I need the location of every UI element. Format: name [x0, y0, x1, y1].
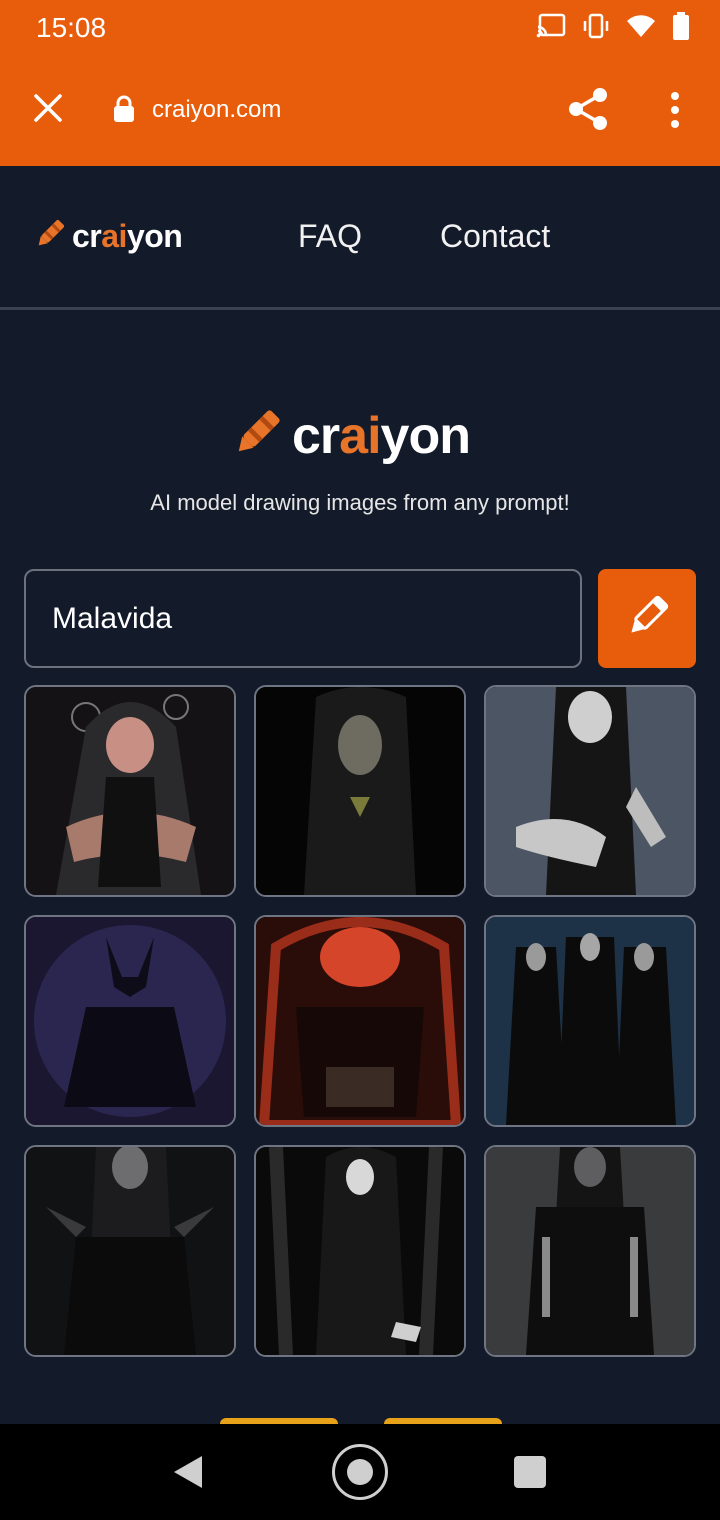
battery-icon — [672, 12, 690, 45]
prompt-input[interactable] — [24, 569, 582, 668]
more-vert-icon[interactable] — [660, 90, 690, 130]
hero-logo-text: craiyon — [292, 406, 471, 466]
site-header: craiyon FAQ Contact — [0, 166, 720, 310]
nav-link-contact[interactable]: Contact — [440, 218, 550, 255]
back-icon[interactable] — [172, 1454, 204, 1495]
result-tile[interactable] — [484, 915, 696, 1127]
recent-apps-icon[interactable] — [514, 1456, 546, 1488]
share-icon[interactable] — [566, 86, 610, 132]
url-text[interactable]: craiyon.com — [152, 96, 281, 124]
result-tile[interactable] — [254, 685, 466, 897]
logo-part-cr: cr — [292, 406, 340, 465]
vibrate-icon — [582, 13, 610, 44]
nav-logo-text: craiyon — [72, 218, 183, 255]
result-tile[interactable] — [254, 1145, 466, 1357]
result-image — [26, 917, 234, 1125]
wifi-icon — [626, 14, 656, 43]
result-image — [26, 1147, 234, 1355]
browser-toolbar: craiyon.com — [0, 56, 720, 166]
result-image — [256, 1147, 464, 1355]
result-tile[interactable] — [254, 915, 466, 1127]
result-image — [256, 917, 464, 1125]
system-nav-bar — [0, 1424, 720, 1520]
logo-part-yon: yon — [380, 406, 471, 465]
draw-button[interactable] — [598, 569, 696, 668]
status-time: 15:08 — [36, 12, 107, 43]
lock-icon — [112, 94, 136, 124]
logo-part-yon: yon — [126, 218, 183, 254]
result-tile[interactable] — [484, 1145, 696, 1357]
result-tile[interactable] — [24, 1145, 236, 1357]
nav-link-faq[interactable]: FAQ — [298, 218, 362, 255]
result-image — [486, 687, 694, 895]
status-bar: 15:08 — [0, 0, 720, 56]
hero-logo: craiyon — [228, 404, 471, 467]
nav-logo[interactable]: craiyon — [32, 216, 183, 257]
result-tile[interactable] — [24, 915, 236, 1127]
result-tile[interactable] — [24, 685, 236, 897]
close-icon[interactable] — [28, 88, 68, 128]
cast-icon — [536, 13, 566, 44]
result-image — [486, 917, 694, 1125]
status-icons — [536, 12, 690, 45]
crayon-icon — [228, 404, 286, 467]
result-tile[interactable] — [484, 685, 696, 897]
tagline: AI model drawing images from any prompt! — [150, 490, 570, 515]
pencil-icon — [621, 595, 673, 646]
logo-part-ai: ai — [339, 406, 381, 465]
logo-part-cr: cr — [72, 218, 102, 254]
home-icon[interactable] — [332, 1444, 388, 1500]
result-image — [256, 687, 464, 895]
result-image — [26, 687, 234, 895]
crayon-icon — [32, 216, 68, 257]
result-image — [486, 1147, 694, 1355]
logo-part-ai: ai — [101, 218, 127, 254]
